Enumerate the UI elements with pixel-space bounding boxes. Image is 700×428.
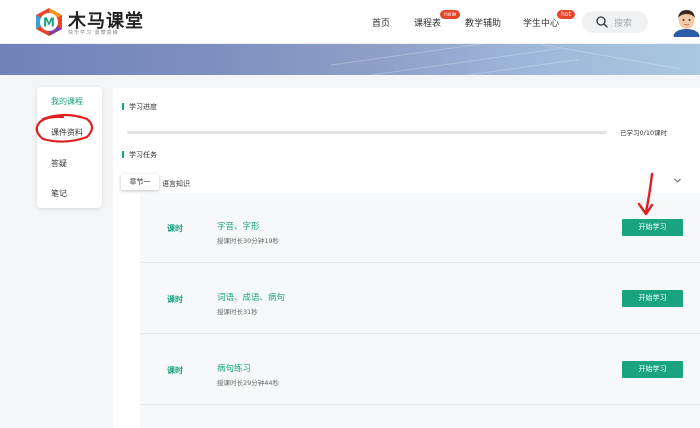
nav-student-center[interactable]: 学生中心 xyxy=(523,16,559,29)
lesson-kind: 课时 xyxy=(167,224,183,233)
avatar[interactable] xyxy=(673,8,700,37)
sidebar-item-notes[interactable]: 笔记 xyxy=(51,188,67,199)
nav-schedule[interactable]: 课程表 xyxy=(414,16,441,29)
sidebar-item-my-courses[interactable]: 我的课程 xyxy=(51,96,83,107)
search-box[interactable]: 搜索 xyxy=(582,11,648,33)
lesson-duration: 授课时长30分钟19秒 xyxy=(217,237,280,245)
sidebar-item-materials[interactable]: 课件资料 xyxy=(51,127,83,138)
lesson-duration: 授课时长31秒 xyxy=(217,308,258,316)
main-panel: 学习进度 已学习0/10课时 学习任务 课时 字音、字形 授课时长30分钟19秒… xyxy=(113,88,700,428)
start-learning-button[interactable]: 开始学习 xyxy=(622,219,683,236)
sidebar-item-qa[interactable]: 答疑 xyxy=(51,158,67,169)
start-learning-button[interactable]: 开始学习 xyxy=(622,290,683,307)
progress-text: 已学习0/10课时 xyxy=(620,129,668,137)
logo-mark-icon: M xyxy=(36,8,62,36)
tasks-title: 学习任务 xyxy=(122,150,157,160)
chevron-down-icon[interactable] xyxy=(673,176,682,185)
list-item: 课时 病句练习 授课时长29分钟44秒 开始学习 xyxy=(140,335,700,405)
chapter-tag: 章节一 xyxy=(121,174,159,190)
list-item: 课时 词语、成语、病句 授课时长31秒 开始学习 xyxy=(140,264,700,334)
sidebar: 我的课程 课件资料 答疑 笔记 xyxy=(37,87,102,208)
lesson-title[interactable]: 病句练习 xyxy=(217,362,251,374)
lesson-duration: 授课时长29分钟44秒 xyxy=(217,379,280,387)
start-learning-button[interactable]: 开始学习 xyxy=(622,361,683,378)
top-header: M 木马课堂 快乐学习 勇攀高峰 首页 课程表 new 教学辅助 学生中心 ho… xyxy=(0,0,700,44)
hero-banner xyxy=(0,44,700,75)
chapter-name[interactable]: 语言知识 xyxy=(162,179,190,189)
new-badge: new xyxy=(440,10,461,19)
brand-logo[interactable]: M 木马课堂 快乐学习 勇攀高峰 xyxy=(34,7,160,39)
search-icon xyxy=(596,16,608,28)
brand-slogan: 快乐学习 勇攀高峰 xyxy=(68,30,119,36)
nav-home[interactable]: 首页 xyxy=(372,16,390,29)
progress-bar xyxy=(127,131,607,134)
lesson-kind: 课时 xyxy=(167,295,183,304)
progress-title: 学习进度 xyxy=(122,102,157,112)
svg-text:M: M xyxy=(43,16,55,30)
lesson-title[interactable]: 字音、字形 xyxy=(217,220,260,232)
avatar-icon xyxy=(673,8,700,37)
search-placeholder: 搜索 xyxy=(614,19,633,29)
lesson-kind: 课时 xyxy=(167,366,183,375)
lesson-title[interactable]: 词语、成语、病句 xyxy=(217,291,285,303)
hot-badge: hot xyxy=(557,10,575,19)
lesson-list: 课时 字音、字形 授课时长30分钟19秒 开始学习 课时 词语、成语、病句 授课… xyxy=(140,193,700,428)
list-item: 课时 字音、字形 授课时长30分钟19秒 开始学习 xyxy=(140,193,700,263)
nav-teaching-aids[interactable]: 教学辅助 xyxy=(465,16,501,29)
